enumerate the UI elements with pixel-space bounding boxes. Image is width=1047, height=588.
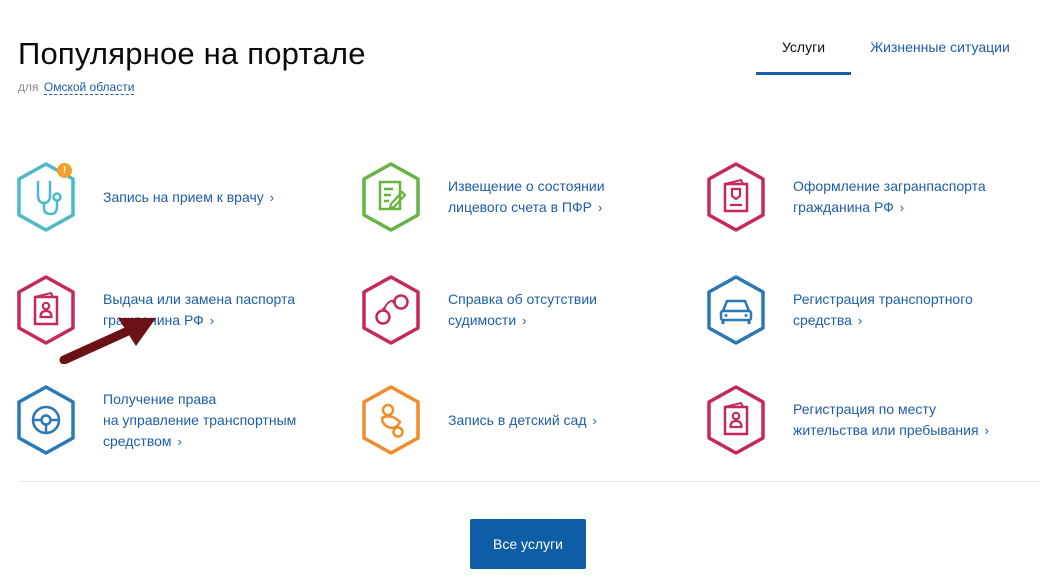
chevron-right-icon: › xyxy=(522,313,527,328)
service-label: Извещение о состоянии лицевого счета в П… xyxy=(448,176,605,218)
stethoscope-icon: ! xyxy=(15,162,77,232)
page-title: Популярное на портале xyxy=(18,36,366,71)
chevron-right-icon: › xyxy=(269,189,275,205)
chevron-right-icon: › xyxy=(209,313,215,328)
region-line: для Омской области xyxy=(18,80,366,95)
service-label: Запись на прием к врачу › xyxy=(103,187,274,208)
chevron-right-icon: › xyxy=(984,423,989,438)
car-icon xyxy=(705,275,767,345)
service-label: Оформление загранпаспорта гражданина РФ › xyxy=(793,176,986,218)
service-driving-license[interactable]: Получение права на управление транспортн… xyxy=(15,368,360,472)
service-kindergarten[interactable]: Запись в детский сад › xyxy=(360,368,705,472)
region-link[interactable]: Омской области xyxy=(43,80,135,95)
chevron-right-icon: › xyxy=(177,433,182,449)
service-label: Регистрация транспортного средства › xyxy=(793,289,973,331)
tab-life-situations[interactable]: Жизненные ситуации xyxy=(851,30,1029,75)
service-label: Справка об отсутствии судимости › xyxy=(448,289,597,331)
service-foreign-passport[interactable]: Оформление загранпаспорта гражданина РФ › xyxy=(705,145,1025,249)
for-label: для xyxy=(18,80,39,94)
all-services-button[interactable]: Все услуги xyxy=(470,519,586,569)
pacifier-icon xyxy=(360,385,422,455)
service-label: Регистрация по месту жительства или преб… xyxy=(793,399,989,441)
chevron-right-icon: › xyxy=(597,200,603,215)
service-label: Запись в детский сад › xyxy=(448,410,597,431)
service-label: Получение права на управление транспортн… xyxy=(103,389,296,452)
tab-services[interactable]: Услуги xyxy=(756,30,851,75)
chevron-right-icon: › xyxy=(592,412,597,428)
section-divider xyxy=(18,481,1040,482)
page-header: Популярное на портале для Омской области xyxy=(18,36,366,95)
annotation-arrow xyxy=(59,318,156,364)
residence-passport-icon xyxy=(705,385,767,455)
tab-bar: Услуги Жизненные ситуации xyxy=(756,30,1029,75)
handcuffs-icon xyxy=(360,275,422,345)
service-residence-registration[interactable]: Регистрация по месту жительства или преб… xyxy=(705,368,1025,472)
notification-badge: ! xyxy=(57,163,72,178)
service-pfr-account[interactable]: Извещение о состоянии лицевого счета в П… xyxy=(360,145,705,249)
service-doctor-appointment[interactable]: ! Запись на прием к врачу › xyxy=(15,145,360,249)
foreign-passport-icon xyxy=(705,162,767,232)
chevron-right-icon: › xyxy=(899,200,905,215)
chevron-right-icon: › xyxy=(857,313,863,328)
popular-services-grid: ! Запись на прием к врачу › Извещение о с… xyxy=(15,145,1025,472)
service-no-criminal-record[interactable]: Справка об отсутствии судимости › xyxy=(360,258,705,362)
document-edit-icon xyxy=(360,162,422,232)
steering-wheel-icon xyxy=(15,385,77,455)
service-vehicle-registration[interactable]: Регистрация транспортного средства › xyxy=(705,258,1025,362)
